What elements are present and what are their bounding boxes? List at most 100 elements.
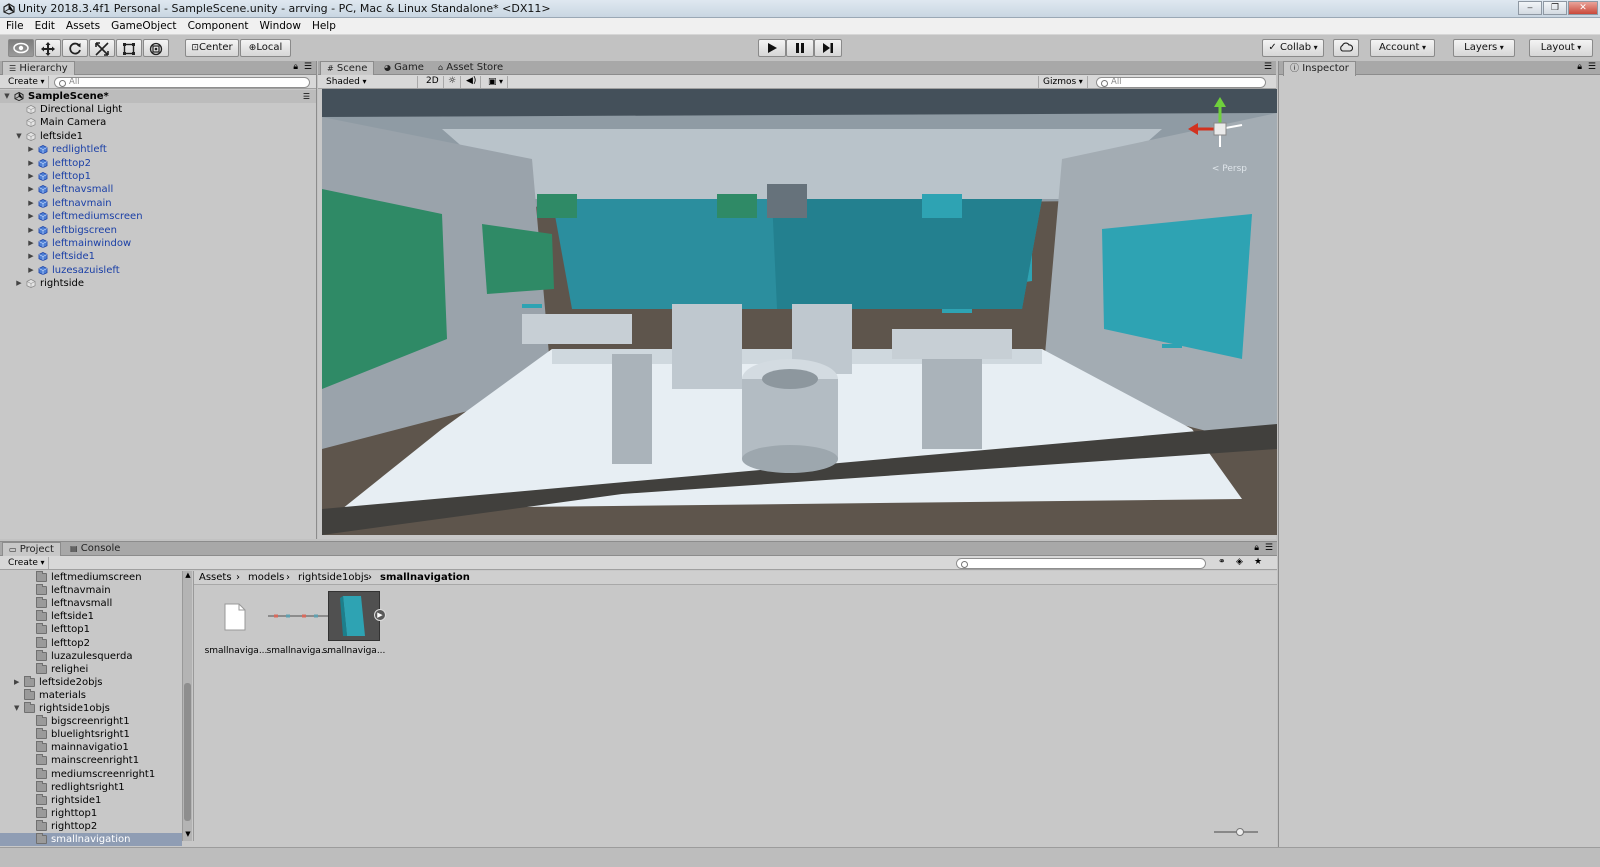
breadcrumb-smallnavigation[interactable]: smallnavigation — [380, 571, 470, 585]
layers-dropdown[interactable]: Layers — [1453, 39, 1515, 57]
move-tool-button[interactable] — [35, 39, 61, 57]
rect-tool-button[interactable] — [116, 39, 142, 57]
scene-search-input[interactable]: All — [1096, 77, 1266, 88]
hierarchy-item[interactable]: ▶ leftbigscreen — [0, 224, 316, 237]
project-tree-item[interactable]: righttop1 — [0, 806, 182, 820]
tree-scrollbar[interactable]: ▲ ▼ — [182, 571, 192, 841]
menu-edit[interactable]: Edit — [29, 18, 60, 34]
cloud-button[interactable] — [1333, 39, 1359, 57]
hierarchy-item[interactable]: ▶ leftside1 — [0, 250, 316, 263]
hierarchy-item[interactable]: Main Camera — [0, 116, 316, 129]
view-tool-button[interactable] — [8, 39, 34, 57]
project-tree-item[interactable]: ▶ leftside2objs — [0, 675, 182, 689]
hierarchy-item[interactable]: Directional Light — [0, 103, 316, 116]
panel-menu-icon[interactable]: ☰ — [1265, 543, 1273, 553]
hierarchy-search-input[interactable]: All — [54, 77, 310, 88]
scroll-down-icon[interactable]: ▼ — [184, 830, 192, 840]
scene-viewport[interactable]: < Persp — [322, 89, 1277, 535]
expand-arrow-icon[interactable]: ▶ — [26, 224, 36, 237]
slider-handle[interactable] — [1236, 828, 1244, 836]
rotate-tool-button[interactable] — [62, 39, 88, 57]
collapse-arrow-icon[interactable]: ▼ — [14, 130, 24, 143]
project-tree-item[interactable]: leftnavsmall — [0, 597, 182, 610]
project-tree-item[interactable]: mainnavigatio1 — [0, 741, 182, 754]
scene-menu-icon[interactable]: ☰ — [303, 90, 310, 103]
hierarchy-item[interactable]: ▶ redlightleft — [0, 143, 316, 156]
asset-item[interactable]: smallnaviga... — [204, 591, 268, 671]
tab-asset-store[interactable]: ⌂ Asset Store — [432, 61, 509, 75]
step-button[interactable] — [814, 39, 842, 57]
menu-window[interactable]: Window — [254, 18, 306, 34]
expand-arrow-icon[interactable]: ▶ — [26, 183, 36, 196]
audio-toggle[interactable]: ◀) — [462, 76, 482, 88]
project-tree-item[interactable]: leftside1 — [0, 610, 182, 623]
menu-help[interactable]: Help — [306, 18, 341, 34]
project-tree-item[interactable]: lefttop1 — [0, 623, 182, 636]
favorite-star-icon[interactable]: ★ — [1254, 557, 1262, 567]
shading-mode-dropdown[interactable]: Shaded — [322, 76, 418, 88]
collapse-arrow-icon[interactable]: ▼ — [2, 90, 12, 103]
project-tree-item[interactable]: leftmediumscreen — [0, 571, 182, 584]
filter-type-icon[interactable]: ⚭ — [1218, 557, 1226, 567]
tab-console[interactable]: ▤ Console — [64, 542, 126, 556]
maximize-button[interactable]: ❐ — [1543, 1, 1567, 15]
scene-root-row[interactable]: ▼ SampleScene* ☰ — [0, 90, 316, 103]
tab-project[interactable]: ▭ Project — [2, 542, 61, 557]
asset-item[interactable]: smallnaviga... — [266, 591, 330, 671]
expand-asset-icon[interactable]: ▶ — [374, 609, 386, 621]
project-tree-item[interactable]: leftnavmain — [0, 584, 182, 597]
project-create-dropdown[interactable]: Create — [4, 557, 50, 569]
tab-scene[interactable]: # Scene — [320, 61, 375, 76]
lighting-toggle[interactable]: ☼ — [444, 76, 462, 88]
tab-game[interactable]: ◕ Game — [378, 61, 430, 75]
gizmos-dropdown[interactable]: Gizmos — [1038, 76, 1088, 88]
scale-tool-button[interactable] — [89, 39, 115, 57]
layout-dropdown[interactable]: Layout — [1529, 39, 1593, 57]
project-tree-item[interactable]: mainscreenright1 — [0, 754, 182, 767]
filter-label-icon[interactable]: ◈ — [1236, 557, 1243, 567]
hierarchy-item[interactable]: ▶ rightside — [0, 277, 316, 290]
hierarchy-item[interactable]: ▶ lefttop1 — [0, 170, 316, 183]
mode-2d-toggle[interactable]: 2D — [422, 76, 444, 88]
persp-label[interactable]: < Persp — [1212, 164, 1247, 174]
panel-menu-icon[interactable]: ☰ — [304, 62, 312, 72]
hierarchy-item[interactable]: ▶ luzesazuisleft — [0, 264, 316, 277]
project-tree-item[interactable]: relighei — [0, 662, 182, 676]
menu-component[interactable]: Component — [182, 18, 254, 34]
asset-item[interactable]: ▶ smallnaviga... — [323, 591, 392, 671]
project-tree-item[interactable]: smallnavigation — [0, 833, 182, 846]
expand-arrow-icon[interactable]: ▶ — [14, 277, 24, 290]
account-dropdown[interactable]: Account — [1370, 39, 1435, 57]
scrollbar-thumb[interactable] — [184, 683, 191, 821]
lock-icon[interactable]: 🔒︎ — [1577, 62, 1582, 72]
project-tree-item[interactable]: redlightsright1 — [0, 780, 182, 794]
pause-button[interactable] — [786, 39, 814, 57]
hierarchy-item[interactable]: ▼ leftside1 — [0, 130, 316, 143]
close-window-button[interactable]: ✕ — [1568, 1, 1598, 15]
expand-arrow-icon[interactable]: ▶ — [26, 143, 36, 156]
panel-menu-icon[interactable]: ☰ — [1264, 62, 1272, 72]
project-tree-item[interactable]: mediumscreenright1 — [0, 767, 182, 781]
project-tree-item[interactable]: lefttop2 — [0, 636, 182, 650]
menu-file[interactable]: File — [0, 18, 29, 34]
hierarchy-item[interactable]: ▶ leftnavmain — [0, 197, 316, 210]
minimize-button[interactable]: ‒ — [1518, 1, 1542, 15]
expand-arrow-icon[interactable]: ▶ — [26, 237, 36, 250]
expand-arrow-icon[interactable]: ▶ — [26, 157, 36, 170]
menu-gameobject[interactable]: GameObject — [105, 18, 181, 34]
lock-icon[interactable]: 🔒︎ — [293, 62, 298, 72]
pivot-local-toggle[interactable]: ⊕Local — [240, 39, 291, 57]
hierarchy-item[interactable]: ▶ leftnavsmall — [0, 183, 316, 196]
project-tree-item[interactable]: ▼ rightside1objs — [0, 702, 182, 715]
lock-icon[interactable]: 🔒︎ — [1254, 543, 1259, 553]
collab-dropdown[interactable]: ✓ Collab — [1262, 39, 1324, 57]
expand-arrow-icon[interactable]: ▶ — [26, 170, 36, 183]
project-tree-item[interactable]: righttop2 — [0, 819, 182, 833]
project-tree-item[interactable]: luzazulesquerda — [0, 649, 182, 663]
scroll-up-icon[interactable]: ▲ — [184, 571, 192, 581]
transform-tool-button[interactable] — [143, 39, 169, 57]
menu-assets[interactable]: Assets — [60, 18, 105, 34]
project-tree-item[interactable]: bluelightsright1 — [0, 728, 182, 741]
hierarchy-item[interactable]: ▶ leftmainwindow — [0, 237, 316, 250]
breadcrumb-assets[interactable]: Assets — [199, 571, 232, 585]
